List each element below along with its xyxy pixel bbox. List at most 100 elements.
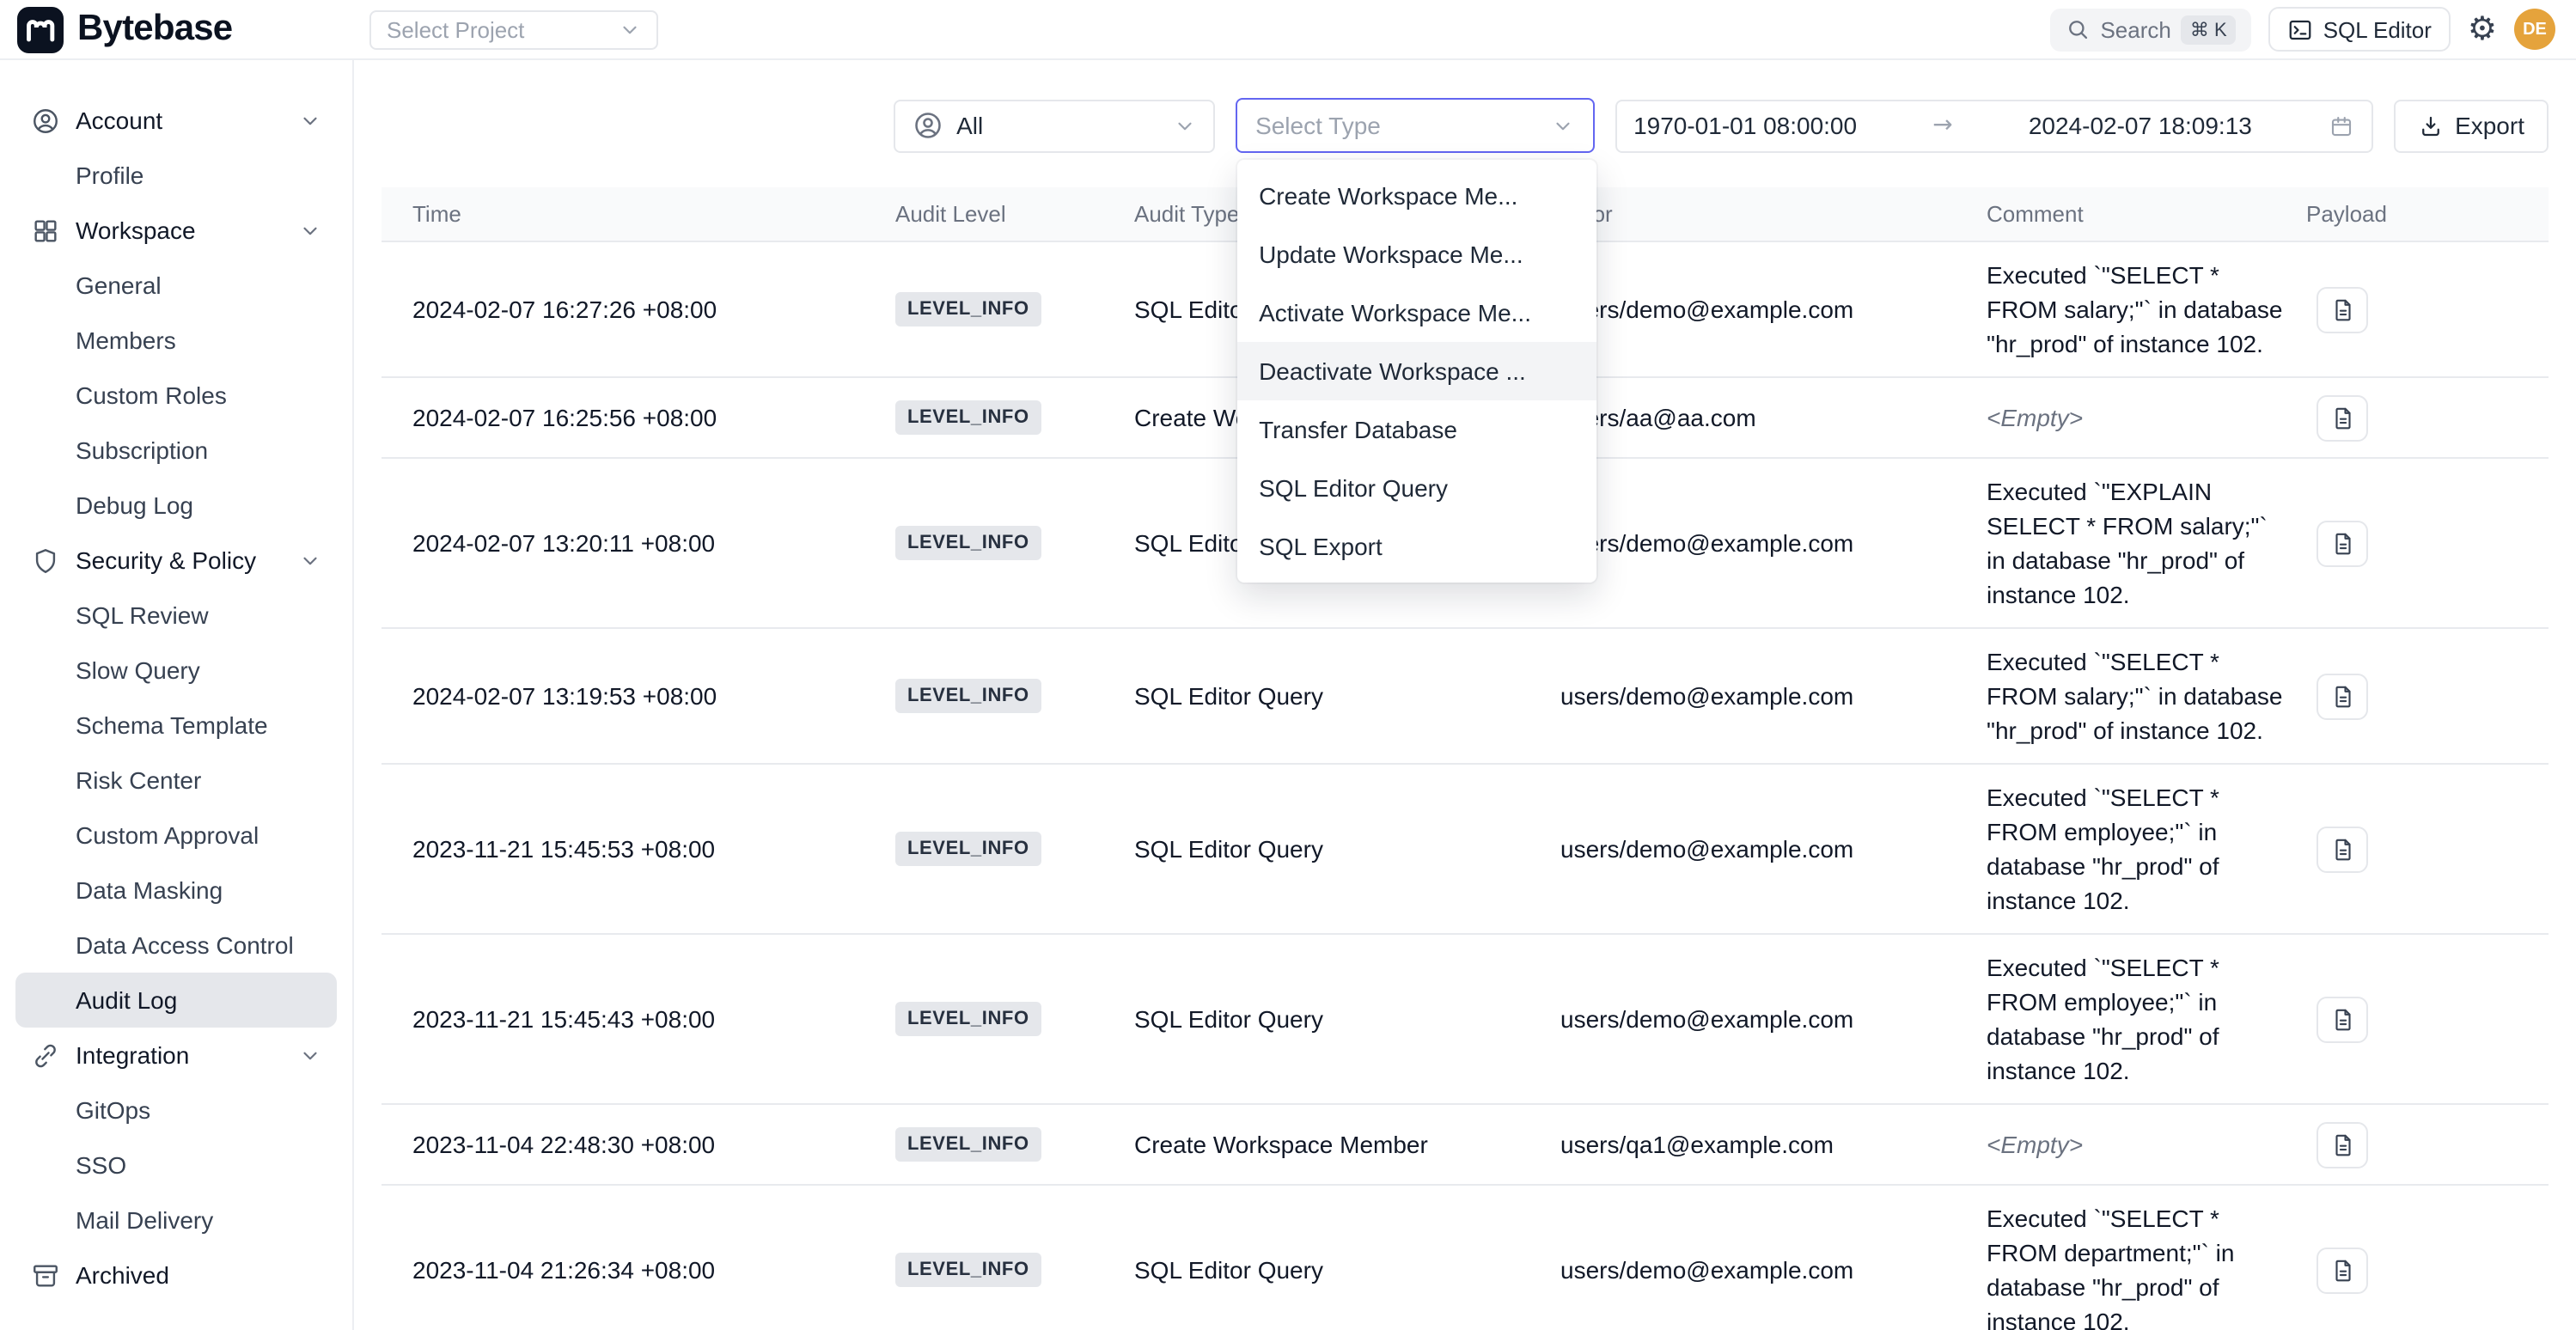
project-select[interactable]: Select Project [369, 9, 658, 49]
comment-cell: Executed `"SELECT * FROM employee;"` in … [1987, 765, 2306, 933]
sidebar-item-label: Risk Center [76, 766, 201, 794]
time-cell: 2023-11-21 15:45:43 +08:00 [412, 1005, 895, 1033]
export-label: Export [2455, 112, 2524, 139]
sidebar-item-general[interactable]: General [15, 258, 337, 313]
chevron-down-icon [299, 549, 321, 571]
file-text-icon [2329, 1132, 2355, 1157]
sidebar-section[interactable]: Workspace [15, 203, 337, 258]
type-dropdown-option[interactable]: Create Workspace Me... [1236, 167, 1596, 225]
sidebar-item-risk-center[interactable]: Risk Center [15, 753, 337, 808]
sidebar-item-label: Custom Approval [76, 821, 259, 849]
type-dropdown-option[interactable]: Update Workspace Me... [1236, 225, 1596, 284]
settings-gear-icon[interactable]: ⚙ [2468, 13, 2497, 46]
audit-level-cell: LEVEL_INFO [895, 1002, 1134, 1036]
sidebar-item-mail-delivery[interactable]: Mail Delivery [15, 1193, 337, 1248]
sidebar-item-schema-template[interactable]: Schema Template [15, 698, 337, 753]
audit-level-cell: LEVEL_INFO [895, 1127, 1134, 1162]
audit-level-cell: LEVEL_INFO [895, 832, 1134, 866]
sidebar-item-members[interactable]: Members [15, 313, 337, 368]
sidebar-item-debug-log[interactable]: Debug Log [15, 478, 337, 533]
type-dropdown-option[interactable]: SQL Export [1236, 517, 1596, 576]
type-dropdown-option[interactable]: Deactivate Workspace ... [1236, 342, 1596, 400]
terminal-icon [2287, 16, 2313, 42]
payload-cell [2306, 394, 2540, 441]
type-dropdown-option[interactable]: Activate Workspace Me... [1236, 284, 1596, 342]
sidebar-item-sql-review[interactable]: SQL Review [15, 588, 337, 643]
payload-button[interactable] [2317, 996, 2368, 1042]
date-to-value: 2024-02-07 18:09:13 [2029, 112, 2252, 139]
sidebar-item-label: General [76, 271, 162, 299]
actor-cell: users/demo@example.com [1560, 1256, 1987, 1284]
date-range-picker[interactable]: 1970-01-01 08:00:00 → 2024-02-07 18:09:1… [1615, 99, 2372, 152]
type-filter-select[interactable]: Select Type Create Workspace Me... Updat… [1235, 98, 1594, 153]
table-row: 2024-02-07 13:19:53 +08:00 LEVEL_INFO SQ… [382, 629, 2549, 765]
payload-button[interactable] [2317, 673, 2368, 719]
time-cell: 2023-11-04 22:48:30 +08:00 [412, 1131, 895, 1158]
audit-level-badge: LEVEL_INFO [895, 832, 1041, 866]
option-label: Create Workspace Me... [1259, 182, 1517, 210]
sidebar-item-custom-approval[interactable]: Custom Approval [15, 808, 337, 863]
time-cell: 2023-11-04 21:26:34 +08:00 [412, 1256, 895, 1284]
sidebar-item-data-masking[interactable]: Data Masking [15, 863, 337, 918]
actor-cell: users/qa1@example.com [1560, 1131, 1987, 1158]
sidebar-item-audit-log[interactable]: Audit Log [15, 973, 337, 1028]
sidebar-item-profile[interactable]: Profile [15, 148, 337, 203]
audit-level-badge: LEVEL_INFO [895, 292, 1041, 326]
payload-cell [2306, 996, 2540, 1042]
sidebar-item-data-access-control[interactable]: Data Access Control [15, 918, 337, 973]
export-button[interactable]: Export [2393, 99, 2549, 152]
comment-cell: <Empty> [1987, 1112, 2306, 1177]
payload-button[interactable] [2317, 1121, 2368, 1168]
user-avatar[interactable]: DE [2514, 9, 2555, 50]
shield-icon [31, 546, 60, 575]
sidebar-item-custom-roles[interactable]: Custom Roles [15, 368, 337, 423]
payload-button[interactable] [2317, 394, 2368, 441]
sidebar-section[interactable]: Integration [15, 1028, 337, 1083]
search-button[interactable]: Search ⌘ K [2050, 8, 2250, 51]
option-label: SQL Editor Query [1259, 474, 1448, 502]
date-from-value: 1970-01-01 08:00:00 [1633, 112, 1857, 139]
sidebar-item-label: Data Masking [76, 876, 223, 904]
main-content: All Select Type Create Workspace Me... U… [354, 58, 2576, 1330]
column-header: Actor [1560, 201, 1987, 227]
sidebar-item-sso[interactable]: SSO [15, 1138, 337, 1193]
comment-cell: Executed `"SELECT * FROM salary;"` in da… [1987, 242, 2306, 376]
payload-button[interactable] [2317, 826, 2368, 872]
audit-level-badge: LEVEL_INFO [895, 1253, 1041, 1287]
payload-cell [2306, 673, 2540, 719]
audit-type-cell: SQL Editor Query [1134, 682, 1560, 710]
sidebar-item-label: SQL Review [76, 601, 209, 629]
payload-button[interactable] [2317, 286, 2368, 332]
type-dropdown-option[interactable]: SQL Editor Query [1236, 459, 1596, 517]
chevron-down-icon [619, 18, 641, 40]
sidebar-nav: Account Profile Workspace General Member… [15, 93, 337, 1303]
arrow-right-icon: → [1932, 112, 1952, 139]
sidebar-item-subscription[interactable]: Subscription [15, 423, 337, 478]
table-row: 2023-11-21 15:45:53 +08:00 LEVEL_INFO SQ… [382, 765, 2549, 935]
sidebar-item-label: Data Access Control [76, 931, 294, 959]
actor-filter-select[interactable]: All [893, 99, 1214, 152]
option-label: Update Workspace Me... [1259, 241, 1523, 268]
sidebar-section[interactable]: Archived [15, 1248, 337, 1303]
file-text-icon [2329, 296, 2355, 322]
type-dropdown-menu: Create Workspace Me... Update Workspace … [1236, 160, 1596, 583]
sidebar-section[interactable]: Account [15, 93, 337, 148]
sql-editor-button[interactable]: SQL Editor [2268, 7, 2451, 52]
brand[interactable]: Bytebase [0, 6, 354, 52]
actor-cell: users/demo@example.com [1560, 296, 1987, 323]
payload-button[interactable] [2317, 1247, 2368, 1293]
file-text-icon [2329, 836, 2355, 862]
table-row: 2023-11-04 21:26:34 +08:00 LEVEL_INFO SQ… [382, 1186, 2549, 1330]
column-header: Comment [1987, 201, 2306, 227]
sidebar-section[interactable]: Security & Policy [15, 533, 337, 588]
time-cell: 2024-02-07 16:25:56 +08:00 [412, 404, 895, 431]
payload-cell [2306, 1247, 2540, 1293]
audit-level-cell: LEVEL_INFO [895, 400, 1134, 435]
file-text-icon [2329, 683, 2355, 709]
sidebar-item-slow-query[interactable]: Slow Query [15, 643, 337, 698]
payload-button[interactable] [2317, 520, 2368, 566]
type-dropdown-option[interactable]: Transfer Database [1236, 400, 1596, 459]
actor-cell: users/demo@example.com [1560, 1005, 1987, 1033]
sidebar-item-gitops[interactable]: GitOps [15, 1083, 337, 1138]
actor-cell: users/demo@example.com [1560, 529, 1987, 557]
